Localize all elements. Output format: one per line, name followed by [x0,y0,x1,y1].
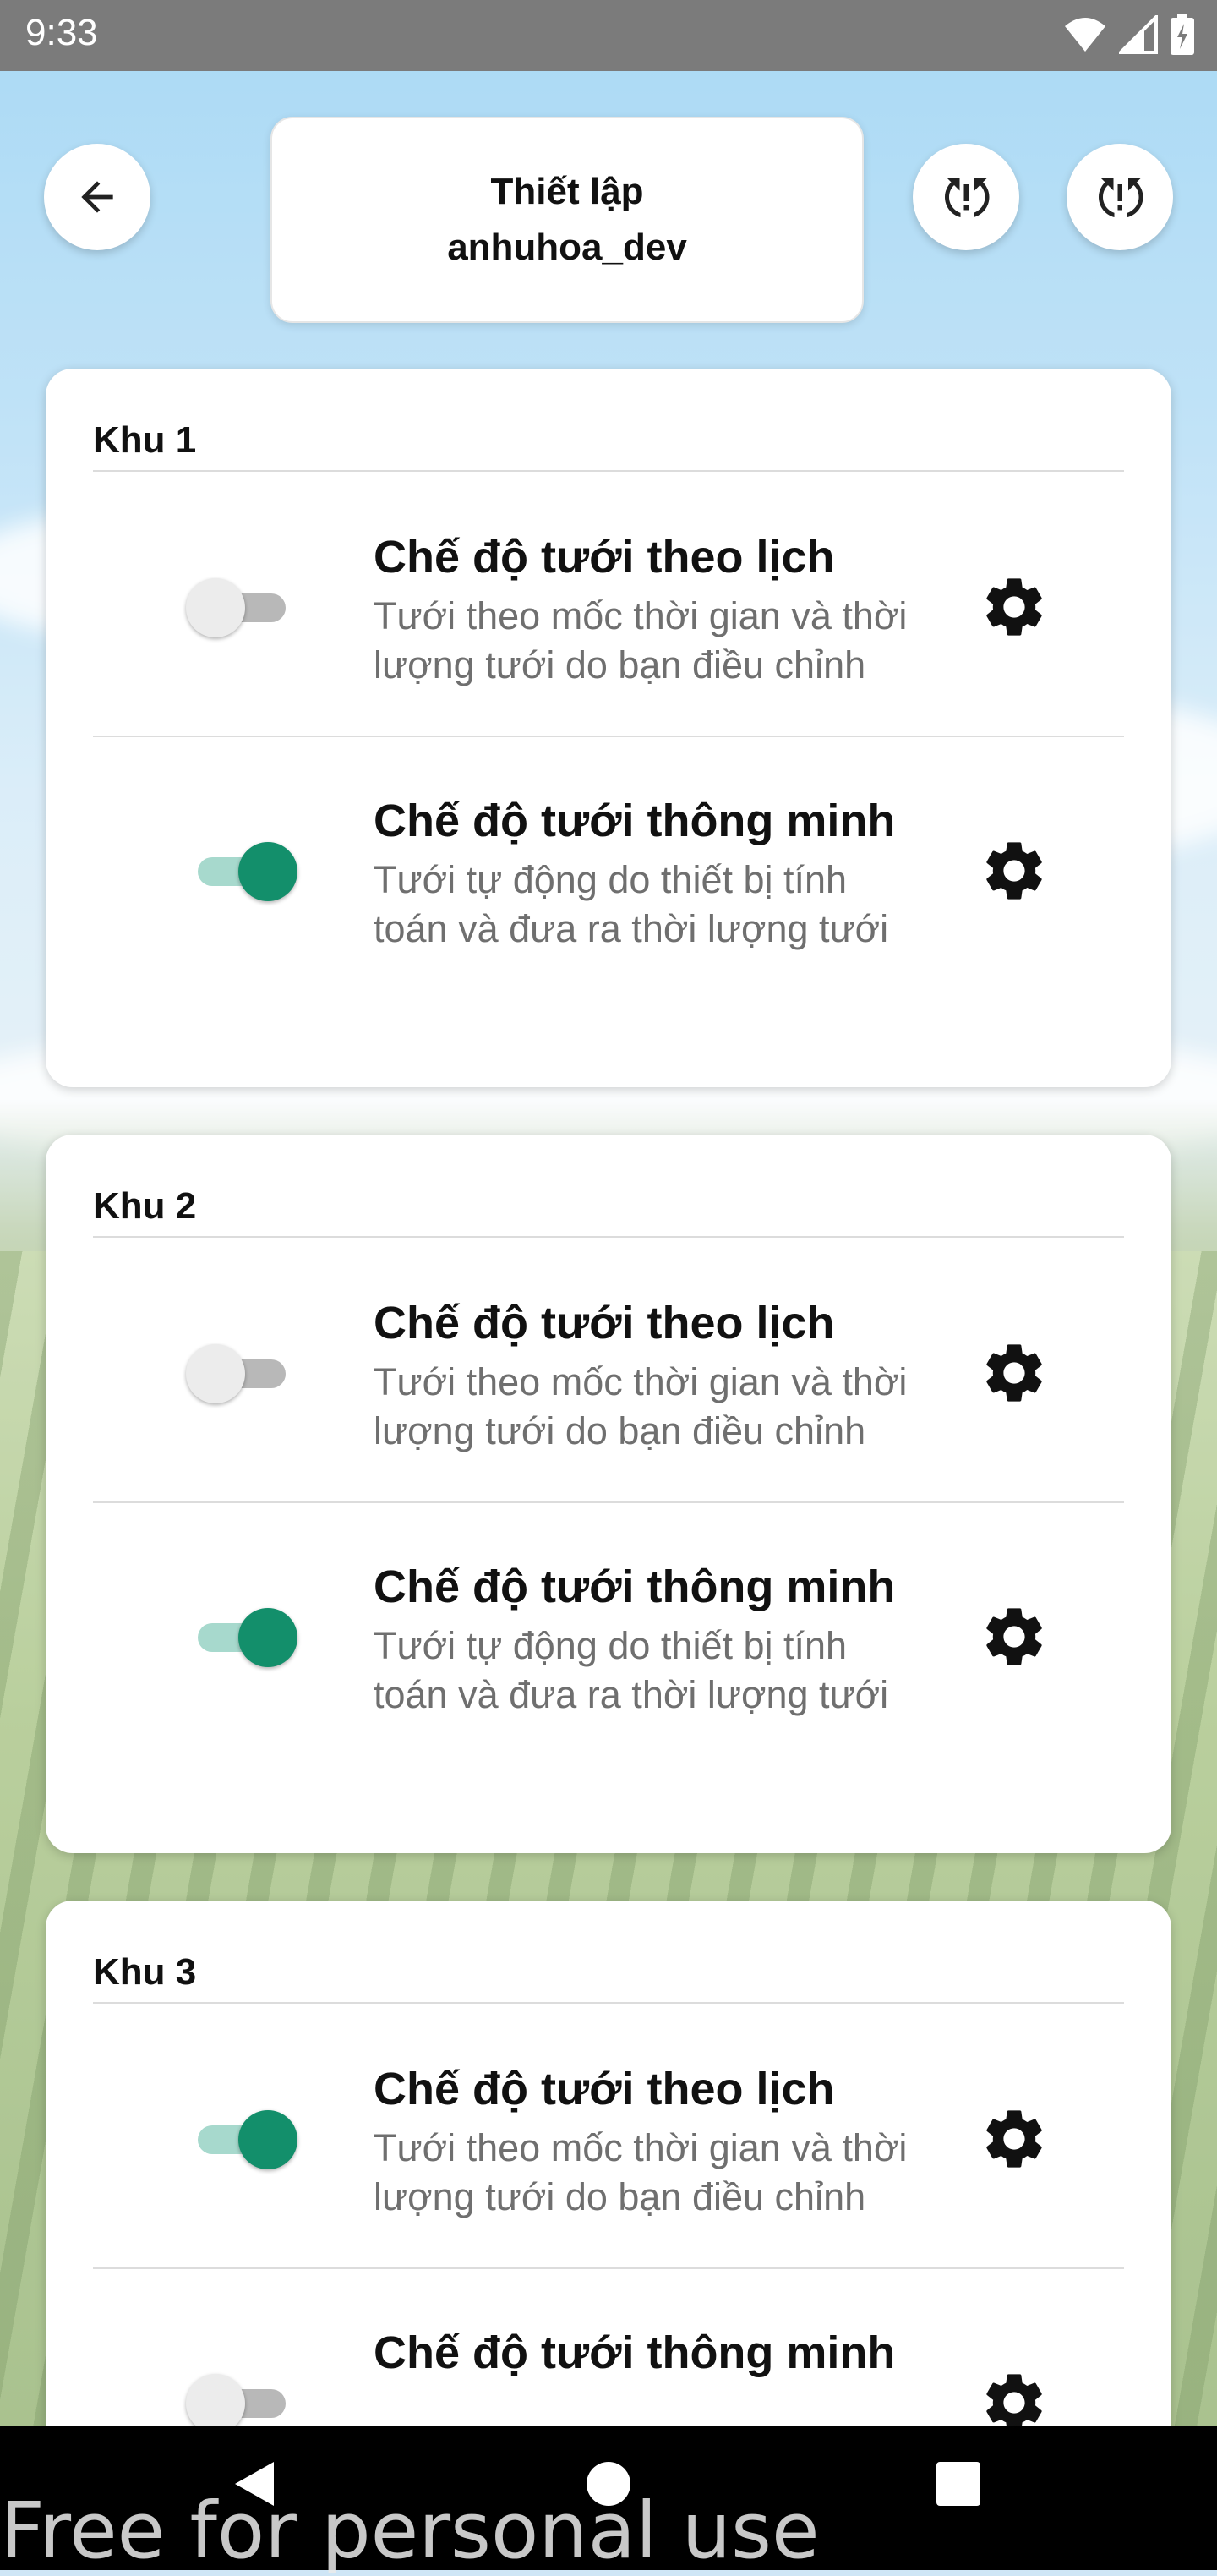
mode-row-schedule: Chế độ tưới theo lịch Tưới theo mốc thời… [93,473,1124,737]
desc-line-1: Tưới tự động do thiết bị tính [374,858,848,901]
desc-line-1: Tưới tự động do thiết bị tính [374,1624,848,1667]
zone-title: Khu 1 [93,419,197,461]
divider [93,470,1124,472]
recents-square-icon[interactable] [935,2458,982,2509]
mode-row-smart: Chế độ tưới thông minh Tưới tự động do t… [93,737,1124,1001]
status-bar: 9:33 [0,0,1217,71]
status-time: 9:33 [25,12,98,53]
mode-title: Chế độ tưới thông minh [374,2327,896,2378]
desc-line-2: toán và đưa ra thời lượng tưới [374,907,889,950]
smart-mode-toggle[interactable] [191,1605,297,1669]
mode-title: Chế độ tưới thông minh [374,796,896,846]
smart-mode-toggle[interactable] [186,2371,292,2435]
desc-line-2: toán và đưa ra thời lượng tưới [374,1673,889,1716]
mode-title: Chế độ tưới theo lịch [374,532,835,582]
schedule-mode-toggle[interactable] [186,1341,292,1405]
zone-card-1: Khu 1 Chế độ tưới theo lịch Tưới theo mố… [46,369,1171,1087]
gear-icon[interactable] [979,2103,1050,2174]
mode-description: Tưới tự động do thiết bị tính toán và đư… [374,1622,982,1720]
mode-description: Tưới theo mốc thời gian và thời lượng tư… [374,2124,982,2222]
mode-title: Chế độ tưới thông minh [374,1561,896,1612]
mode-row-schedule: Chế độ tưới theo lịch Tưới theo mốc thời… [93,1239,1124,1503]
divider [93,2002,1124,2004]
mode-row-smart: Chế độ tưới thông minh Tưới tự động do t… [93,1503,1124,1767]
watermark-text: Free for personal use [0,2486,820,2576]
title-line-2: anhuhoa_dev [447,227,687,268]
desc-line-1: Tưới theo mốc thời gian và thời [374,1360,908,1403]
gear-icon[interactable] [979,572,1050,643]
smart-mode-toggle[interactable] [191,839,297,903]
desc-line-1: Tưới theo mốc thời gian và thời [374,594,908,637]
schedule-mode-toggle[interactable] [191,2107,297,2171]
mode-title: Chế độ tưới theo lịch [374,2064,835,2114]
gear-icon[interactable] [979,1337,1050,1408]
cell-signal-icon [1119,15,1158,54]
zone-title: Khu 2 [93,1185,197,1227]
battery-icon [1171,14,1194,55]
sync-alert-icon [1099,178,1143,217]
gear-icon[interactable] [979,835,1050,906]
mode-description: Tưới tự động do thiết bị tính toán và đư… [374,856,982,954]
sync-alert-icon [945,178,990,217]
schedule-mode-toggle[interactable] [186,575,292,639]
desc-line-2: lượng tưới do bạn điều chỉnh [374,643,866,686]
mode-description: Tưới theo mốc thời gian và thời lượng tư… [374,1358,982,1456]
gear-icon[interactable] [979,1601,1050,1672]
page-title: Thiết lập anhuhoa_dev [270,117,864,323]
back-button[interactable] [44,144,150,250]
divider [93,1236,1124,1238]
sync-button-2[interactable] [1067,144,1173,250]
zone-card-2: Khu 2 Chế độ tưới theo lịch Tưới theo mố… [46,1135,1171,1853]
desc-line-2: lượng tưới do bạn điều chỉnh [374,2175,866,2218]
mode-title: Chế độ tưới theo lịch [374,1298,835,1348]
desc-line-2: lượng tưới do bạn điều chỉnh [374,1409,866,1452]
title-line-1: Thiết lập [490,171,644,212]
sync-button-1[interactable] [913,144,1019,250]
mode-row-schedule: Chế độ tưới theo lịch Tưới theo mốc thời… [93,2005,1124,2269]
mode-description: Tưới theo mốc thời gian và thời lượng tư… [374,592,982,690]
wifi-icon [1065,18,1105,52]
arrow-left-icon [81,181,113,213]
desc-line-1: Tưới theo mốc thời gian và thời [374,2126,908,2169]
zone-title: Khu 3 [93,1951,197,1993]
